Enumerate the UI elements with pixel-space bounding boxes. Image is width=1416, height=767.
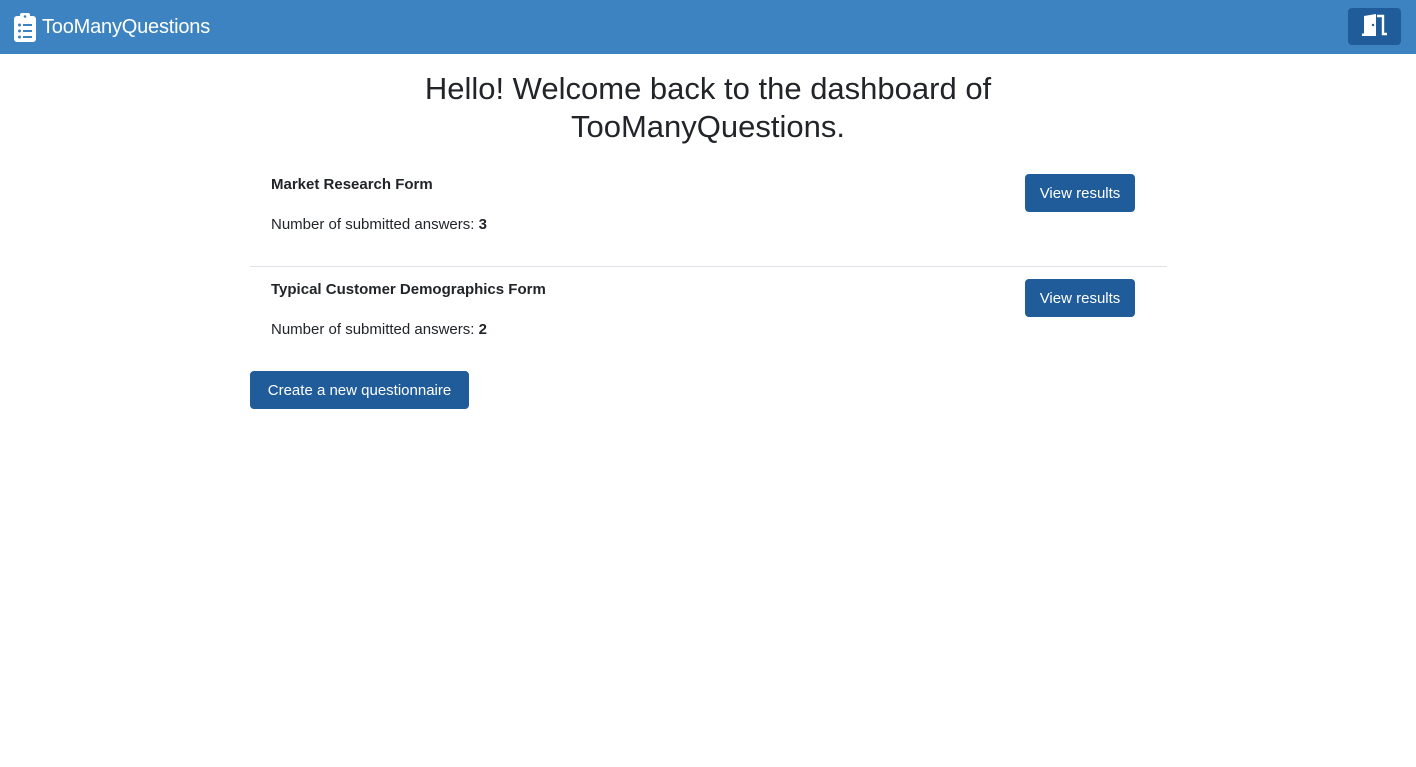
brand-link[interactable]: TooManyQuestions: [14, 12, 210, 42]
create-questionnaire-button[interactable]: Create a new questionnaire: [250, 371, 469, 409]
form-card: Market Research Form Number of submitted…: [250, 174, 1167, 266]
logout-button[interactable]: [1348, 8, 1401, 45]
form-title: Typical Customer Demographics Form: [271, 281, 546, 298]
door-open-icon: [1361, 14, 1388, 39]
welcome-heading: Hello! Welcome back to the dashboard of …: [424, 71, 992, 144]
submitted-answers-count: 2: [478, 321, 487, 338]
top-navbar: TooManyQuestions: [0, 0, 1416, 54]
submitted-answers-text: Number of submitted answers: 3: [271, 216, 487, 233]
submitted-answers-text: Number of submitted answers: 2: [271, 321, 487, 338]
clipboard-list-icon: [14, 12, 36, 42]
form-title: Market Research Form: [271, 176, 433, 193]
form-card: Typical Customer Demographics Form Numbe…: [250, 279, 1167, 371]
submitted-answers-label: Number of submitted answers:: [271, 216, 479, 233]
brand-name: TooManyQuestions: [42, 15, 211, 38]
form-divider: [250, 266, 1167, 267]
view-results-button[interactable]: View results: [1025, 174, 1135, 212]
submitted-answers-label: Number of submitted answers:: [271, 321, 479, 338]
view-results-button[interactable]: View results: [1025, 279, 1135, 317]
submitted-answers-count: 3: [478, 216, 487, 233]
